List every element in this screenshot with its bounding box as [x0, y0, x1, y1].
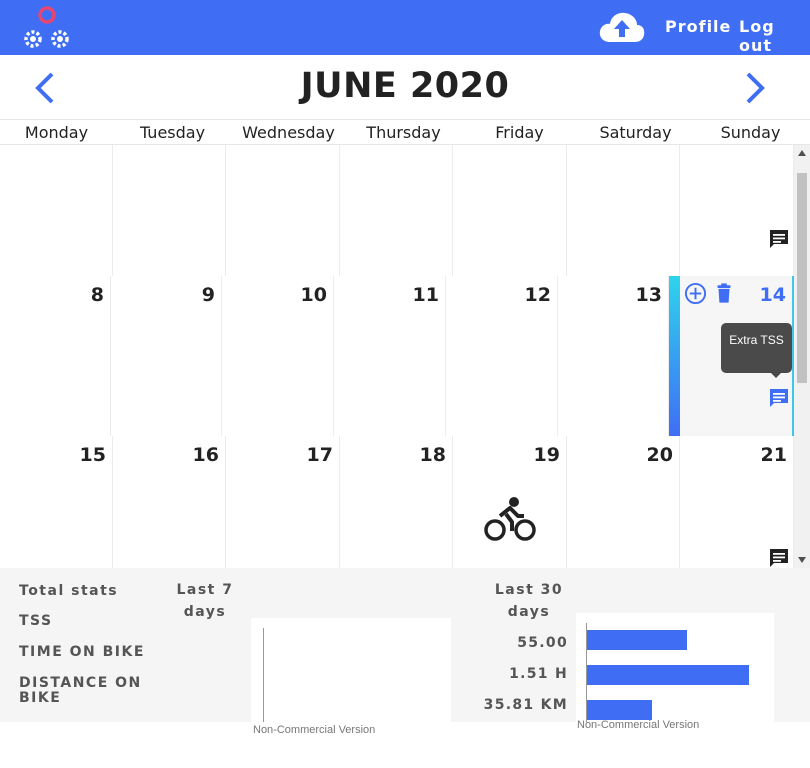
day-number: 19 — [533, 444, 560, 466]
day-number: 11 — [412, 284, 439, 306]
calendar-day-cell[interactable]: 19 — [453, 436, 567, 568]
bicycle-icon[interactable] — [484, 496, 536, 542]
day-number: 18 — [419, 444, 446, 466]
comment-icon[interactable] — [767, 546, 791, 568]
calendar-day-cell[interactable] — [453, 145, 567, 276]
scroll-down-arrow-icon[interactable] — [798, 557, 806, 563]
last-30-days-chart — [576, 613, 774, 722]
distance-on-bike-label: DISTANCE ON BIKE — [19, 675, 142, 706]
add-circle-icon[interactable] — [684, 282, 707, 305]
calendar-day-cell[interactable] — [113, 145, 226, 276]
scrollbar-thumb[interactable] — [797, 173, 807, 383]
logout-link[interactable]: Log out — [739, 17, 810, 55]
time-on-bike-value: 1.51 H — [509, 666, 568, 682]
distance-value: 35.81 KM — [483, 697, 568, 713]
day-number: 12 — [524, 284, 551, 306]
chart-bar — [587, 630, 687, 650]
day-number: 21 — [760, 444, 787, 466]
day-number: 13 — [635, 284, 662, 306]
calendar-day-cell[interactable]: 20 — [567, 436, 680, 568]
tss-label: TSS — [19, 613, 53, 629]
weekday-label: Saturday — [599, 123, 672, 142]
chart-bar — [587, 665, 749, 685]
day-number: 9 — [201, 284, 215, 306]
weekday-label: Monday — [24, 123, 89, 142]
chart-bar — [587, 700, 652, 720]
calendar-day-cell[interactable] — [226, 145, 340, 276]
gears-logo-icon[interactable] — [20, 5, 75, 51]
day-number: 16 — [192, 444, 219, 466]
total-stats-heading: Total stats — [19, 583, 119, 599]
day-number: 15 — [79, 444, 106, 466]
stats-panel: Total stats TSS TIME ON BIKE DISTANCE ON… — [0, 568, 810, 736]
last-30-days-label: Last 30 days — [494, 582, 564, 620]
day-number: 14 — [759, 284, 786, 306]
last-7-days-label: Last 7 days — [176, 582, 234, 620]
calendar-day-cell[interactable]: 16 — [113, 436, 226, 568]
today-indicator-bar — [669, 276, 680, 436]
weekday-header: Monday Tuesday Wednesday Thursday Friday… — [0, 119, 810, 145]
chart-watermark: Non-Commercial Version — [253, 724, 376, 736]
month-title: JUNE 2020 — [300, 66, 510, 106]
last-30-values: 55.00 1.51 H 35.81 KM — [470, 632, 568, 713]
calendar-day-cell[interactable]: 18 — [340, 436, 453, 568]
day-number: 20 — [646, 444, 673, 466]
calendar-day-cell[interactable]: 17 — [226, 436, 340, 568]
chart-axis — [263, 628, 264, 722]
weekday-label: Friday — [495, 123, 544, 142]
calendar-day-cell[interactable]: 13 — [558, 276, 669, 436]
tooltip: Extra TSS — [721, 323, 792, 378]
time-on-bike-label: TIME ON BIKE — [19, 644, 145, 660]
last-7-days-chart — [251, 618, 451, 722]
calendar-day-cell[interactable]: 8 — [0, 276, 111, 436]
chevron-right-icon[interactable] — [740, 70, 770, 106]
day-number: 8 — [90, 284, 104, 306]
calendar-day-cell[interactable] — [340, 145, 453, 276]
calendar-day-cell[interactable]: 12 — [446, 276, 558, 436]
calendar-day-cell[interactable]: 21 — [680, 436, 794, 568]
weekday-label: Sunday — [720, 123, 781, 142]
top-app-bar: Profile Log out — [0, 0, 810, 55]
cloud-upload-icon[interactable] — [598, 10, 646, 44]
weekday-label: Tuesday — [139, 123, 206, 142]
calendar-day-cell[interactable]: 15 — [0, 436, 113, 568]
scroll-up-arrow-icon[interactable] — [798, 150, 806, 156]
comment-icon[interactable] — [767, 227, 791, 251]
calendar-scrollbar[interactable] — [794, 145, 810, 568]
weekday-label: Wednesday — [242, 123, 335, 142]
calendar-day-cell[interactable] — [680, 145, 794, 276]
calendar-grid: 8 9 10 11 12 13 14 15 16 17 18 19 20 21 — [0, 145, 794, 568]
calendar-day-cell[interactable] — [567, 145, 680, 276]
delete-icon[interactable] — [713, 282, 735, 305]
profile-link[interactable]: Profile — [665, 17, 731, 36]
calendar-day-cell[interactable]: 9 — [111, 276, 222, 436]
tss-value: 55.00 — [517, 635, 568, 651]
app-root: Profile Log out JUNE 2020 Monday Tuesday… — [0, 0, 810, 768]
day-number: 17 — [306, 444, 333, 466]
chart-watermark: Non-Commercial Version — [577, 719, 700, 731]
day-number: 10 — [300, 284, 327, 306]
comment-icon[interactable] — [767, 386, 791, 410]
calendar-day-cell[interactable] — [0, 145, 113, 276]
calendar-day-cell[interactable]: 11 — [334, 276, 446, 436]
calendar-day-cell[interactable]: 10 — [222, 276, 334, 436]
weekday-label: Thursday — [366, 123, 441, 142]
